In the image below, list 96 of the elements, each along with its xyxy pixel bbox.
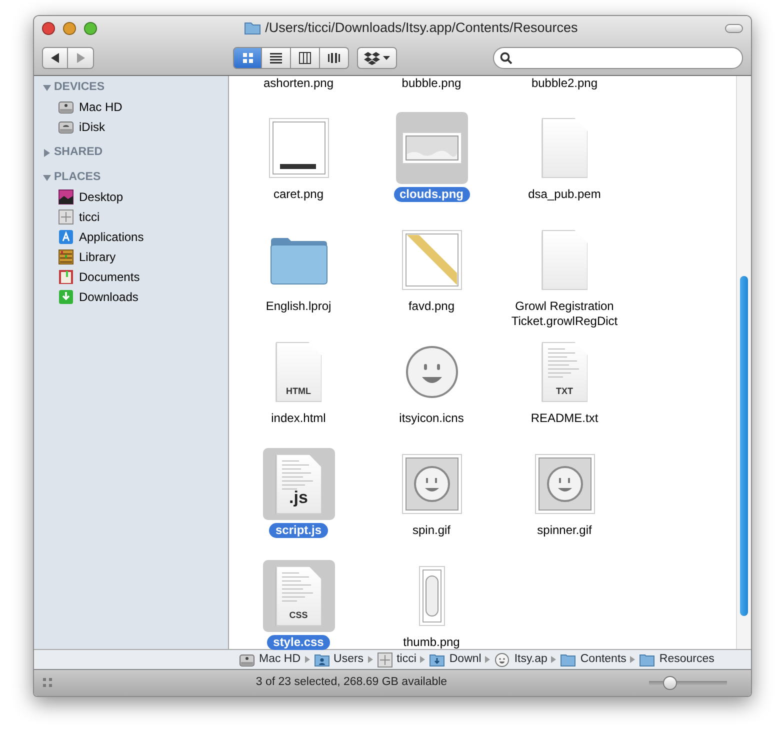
icon-view-button[interactable]	[233, 47, 262, 69]
list-view-button[interactable]	[262, 47, 291, 69]
document-icon	[542, 230, 588, 290]
file-icon-highlight[interactable]: .js	[262, 448, 334, 520]
sidebar-item[interactable]: Desktop	[34, 187, 228, 207]
smiley-image-icon	[534, 454, 594, 514]
dropbox-menu-button[interactable]	[357, 47, 397, 69]
cover-flow-button[interactable]	[320, 47, 349, 69]
file-icon-highlight[interactable]: HTML	[262, 336, 334, 408]
file-name[interactable]: ashorten.png	[257, 76, 340, 112]
download-folder-icon	[429, 652, 446, 668]
sidebar-item[interactable]: Library	[34, 247, 228, 267]
file-name[interactable]: README.txt	[524, 411, 604, 426]
disclosure-down-icon	[43, 84, 51, 92]
path-item[interactable]: Users	[314, 650, 364, 668]
sidebar-item[interactable]: Downloads	[34, 287, 228, 307]
separator-arrow-icon	[368, 656, 373, 663]
file-name[interactable]: Growl Registration Ticket.growlRegDict	[500, 299, 628, 329]
scrollbar-thumb[interactable]	[740, 276, 748, 616]
bookshelf-icon	[58, 249, 74, 265]
path-item[interactable]: Itsy.ap	[494, 650, 548, 668]
slider-thumb[interactable]	[663, 676, 678, 690]
minimize-button[interactable]	[63, 22, 76, 34]
disclosure-right-icon	[43, 149, 51, 157]
document-icon	[542, 118, 588, 178]
applications-icon	[58, 229, 74, 245]
icon-view-icon	[242, 52, 254, 64]
file-name[interactable]: index.html	[265, 411, 332, 426]
file-name[interactable]: favd.png	[402, 299, 461, 314]
separator-arrow-icon	[551, 656, 556, 663]
separator-arrow-icon	[630, 656, 636, 663]
sidebar-item[interactable]: iDisk	[34, 117, 228, 137]
close-button[interactable]	[42, 22, 55, 34]
book-icon	[58, 269, 74, 285]
grip-icon	[42, 677, 54, 689]
file-type-label: CSS	[288, 608, 309, 622]
status-text: 3 of 23 selected, 268.69 GB available	[254, 675, 448, 690]
file-name[interactable]: spinner.gif	[531, 523, 598, 538]
file-name[interactable]: bubble2.png	[525, 76, 604, 112]
user-folder-icon	[314, 652, 330, 668]
separator-arrow-icon	[304, 656, 310, 663]
file-icon-highlight[interactable]: CSS	[262, 560, 334, 632]
disclosure-down-icon	[43, 174, 51, 182]
drive-icon	[58, 99, 74, 115]
list-view-icon	[270, 52, 282, 64]
file-name[interactable]: English.lproj	[260, 299, 338, 314]
smiley-image-icon	[402, 454, 462, 514]
file-type-label: .js	[288, 486, 309, 508]
zoom-button[interactable]	[84, 22, 97, 34]
column-view-button[interactable]	[291, 47, 320, 69]
sidebar-item[interactable]: ticci	[34, 207, 228, 227]
back-button[interactable]	[42, 47, 68, 69]
desktop-icon	[58, 189, 74, 205]
file-name[interactable]: dsa_pub.pem	[522, 187, 607, 202]
sidebar-item[interactable]: Documents	[34, 267, 228, 287]
file-name[interactable]: thumb.png	[397, 635, 466, 650]
path-item[interactable]: Downl	[429, 650, 482, 668]
caret-image-icon	[268, 118, 328, 178]
file-name[interactable]: script.js	[269, 523, 328, 538]
smiley-face-icon	[404, 345, 458, 399]
cover-flow-icon	[328, 52, 340, 64]
caret-icon	[383, 56, 390, 60]
forward-icon	[76, 53, 86, 63]
separator-arrow-icon	[485, 656, 490, 663]
cloud-drive-icon	[58, 119, 74, 135]
scrollbar-track[interactable]	[736, 76, 751, 649]
column-view-icon	[299, 52, 311, 64]
file-name[interactable]: itsyicon.icns	[393, 411, 470, 426]
diagonal-stripe-image-icon	[402, 230, 462, 290]
file-icon-highlight[interactable]: TXT	[528, 336, 600, 408]
drive-icon	[239, 652, 255, 668]
back-icon	[50, 53, 60, 63]
folder-icon	[268, 235, 328, 285]
file-name[interactable]: clouds.png	[394, 187, 470, 202]
clouds-image-icon	[402, 132, 462, 164]
toolbar-toggle-button[interactable]	[725, 24, 743, 32]
file-type-label: HTML	[285, 384, 312, 398]
window-title: /Users/ticci/Downloads/Itsy.app/Contents/Resources	[265, 18, 578, 37]
folder-icon	[244, 21, 262, 35]
search-field[interactable]	[493, 47, 743, 69]
file-name[interactable]: bubble.png	[396, 76, 468, 112]
file-type-label: TXT	[555, 384, 574, 398]
sidebar-item[interactable]: Mac HD	[34, 97, 228, 117]
file-name[interactable]: caret.png	[267, 187, 330, 202]
path-item[interactable]: ticci	[376, 650, 416, 668]
dropbox-icon	[364, 51, 380, 65]
file-name[interactable]: spin.gif	[406, 523, 457, 538]
file-name[interactable]: style.css	[267, 635, 330, 650]
search-icon	[500, 52, 512, 64]
path-item[interactable]: Mac HD	[239, 650, 301, 668]
scroll-thumb-image-icon	[418, 566, 444, 626]
download-icon	[58, 289, 74, 305]
path-item[interactable]: Resources	[639, 650, 714, 668]
path-item[interactable]: Contents	[560, 650, 626, 668]
sidebar-item[interactable]: Applications	[34, 227, 228, 247]
separator-arrow-icon	[420, 656, 426, 663]
